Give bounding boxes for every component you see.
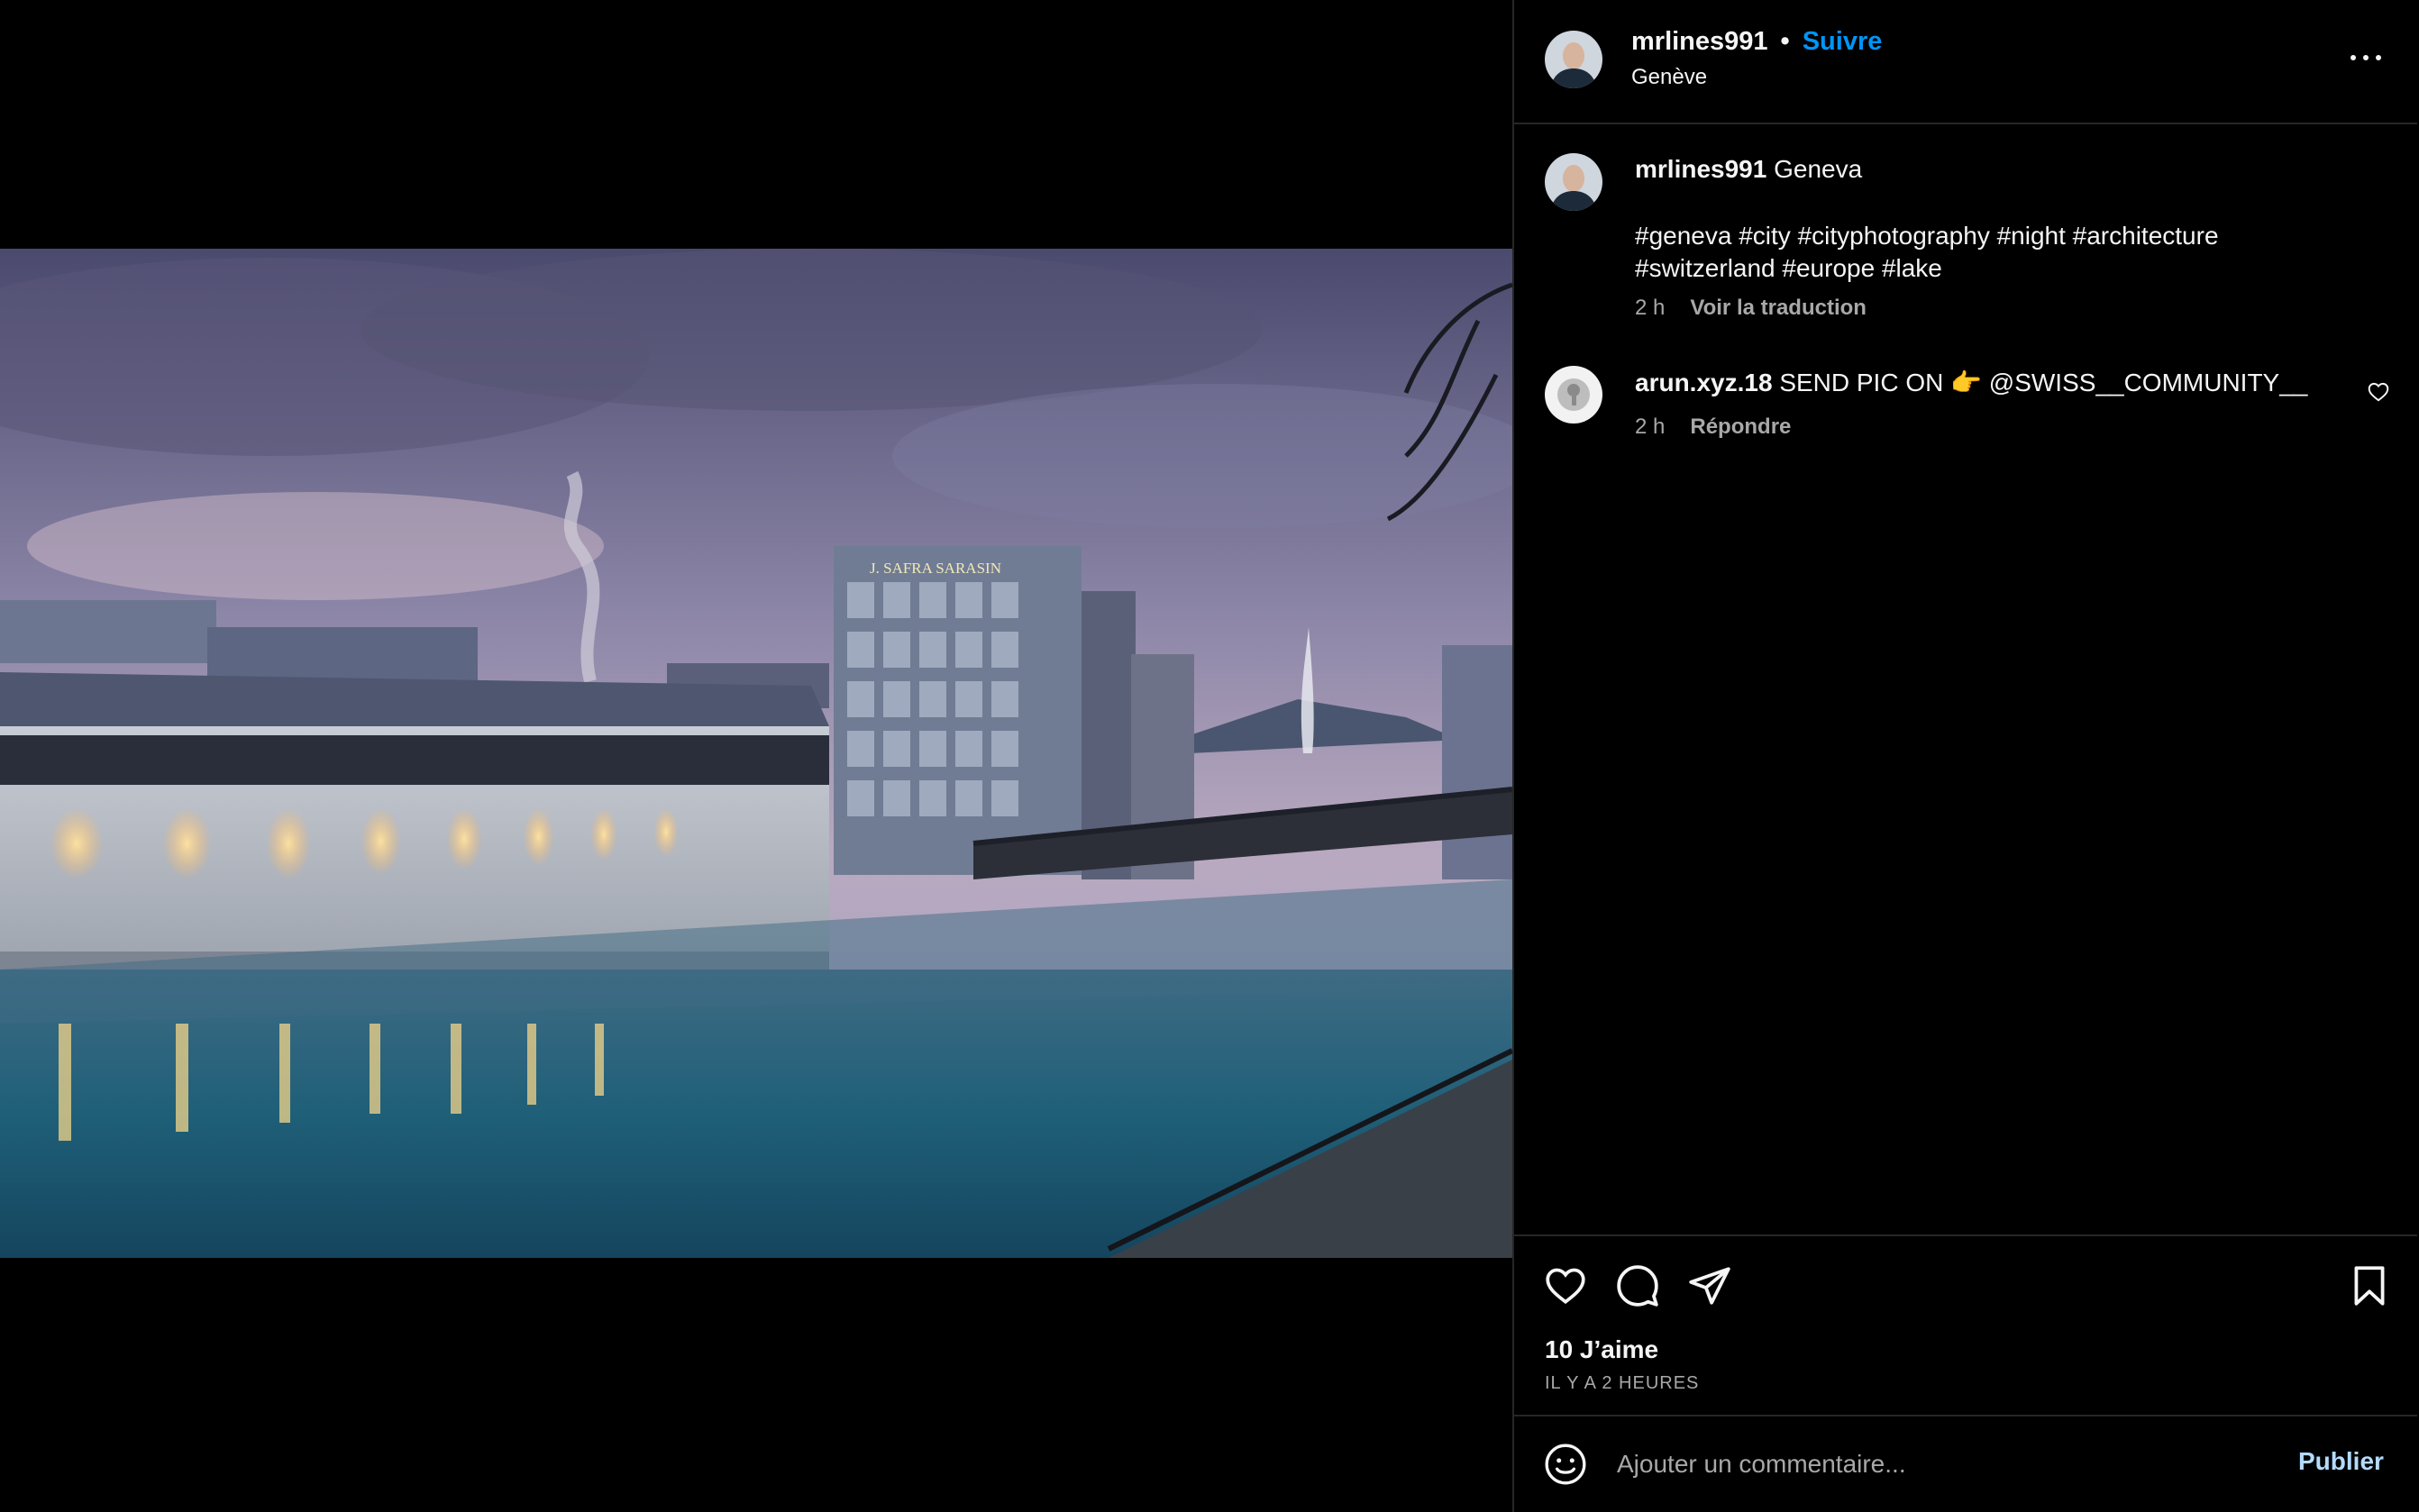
- photo-geneva-river: J. SAFRA SARASIN: [0, 249, 1512, 1258]
- post-photo[interactable]: J. SAFRA SARASIN: [0, 249, 1512, 1258]
- comment-input[interactable]: [1615, 1444, 2246, 1485]
- post-header: mrlines991 • Suivre Genève: [1514, 0, 2417, 124]
- author-username[interactable]: mrlines991: [1631, 27, 1768, 57]
- post-side-panel: mrlines991 • Suivre Genève mrlines991 Ge…: [1512, 0, 2419, 1512]
- bookmark-icon[interactable]: [2347, 1263, 2392, 1308]
- comment-line: arun.xyz.18 SEND PIC ON 👉 @SWISS__COMMUN…: [1635, 368, 2307, 397]
- post-header-user-row: mrlines991 • Suivre: [1631, 27, 1882, 57]
- post-timestamp: IL Y A 2 HEURES: [1545, 1373, 1700, 1393]
- caption-text: Geneva: [1774, 155, 1863, 183]
- media-pane: J. SAFRA SARASIN: [0, 0, 1512, 1512]
- heart-icon[interactable]: [1543, 1263, 1588, 1308]
- separator-dot: •: [1780, 27, 1790, 56]
- commenter-avatar-image: [1545, 366, 1602, 424]
- follow-button[interactable]: Suivre: [1803, 27, 1883, 57]
- commenter-username[interactable]: arun.xyz.18: [1635, 369, 1773, 396]
- caption-author-avatar[interactable]: [1545, 153, 1602, 211]
- likes-count[interactable]: 10 J’aime: [1545, 1335, 1658, 1364]
- caption-line: mrlines991 Geneva: [1635, 155, 1862, 184]
- comment-icon[interactable]: [1615, 1263, 1660, 1308]
- author-avatar-image: [1545, 31, 1602, 88]
- caption-time: 2 h: [1635, 296, 1666, 320]
- post-location[interactable]: Genève: [1631, 65, 1707, 90]
- share-icon[interactable]: [1687, 1263, 1732, 1308]
- comment-heart-icon[interactable]: [2367, 380, 2390, 404]
- emoji-icon[interactable]: [1543, 1442, 1588, 1487]
- add-comment-bar: Publier: [1514, 1415, 2417, 1512]
- post-actions: 10 J’aime IL Y A 2 HEURES: [1514, 1234, 2417, 1415]
- publish-button[interactable]: Publier: [2298, 1447, 2384, 1476]
- caption-username[interactable]: mrlines991: [1635, 155, 1766, 183]
- comment-text-prefix: SEND PIC ON: [1779, 369, 1944, 396]
- comment-time: 2 h: [1635, 414, 1666, 439]
- reply-link[interactable]: Répondre: [1690, 414, 1791, 440]
- caption-meta: 2 h Voir la traduction: [1635, 296, 1867, 321]
- translate-link[interactable]: Voir la traduction: [1690, 296, 1867, 321]
- commenter-avatar[interactable]: [1545, 366, 1602, 424]
- comment-mention[interactable]: @SWISS__COMMUNITY__: [1989, 369, 2308, 396]
- caption-hashtags[interactable]: #geneva #city #cityphotography #night #a…: [1635, 220, 2356, 285]
- photo-sign-text: J. SAFRA SARASIN: [870, 560, 1001, 577]
- pointing-hand-emoji: 👉: [1950, 369, 1982, 396]
- comments-list: mrlines991 Geneva #geneva #city #citypho…: [1514, 126, 2417, 1233]
- comment-meta: 2 h Répondre: [1635, 414, 1791, 440]
- instagram-post-view: J. SAFRA SARASIN mrlines991 • Suivre Gen…: [0, 0, 2419, 1512]
- more-options-icon[interactable]: [2343, 40, 2388, 76]
- author-avatar[interactable]: [1545, 31, 1602, 88]
- caption-avatar-image: [1545, 153, 1602, 211]
